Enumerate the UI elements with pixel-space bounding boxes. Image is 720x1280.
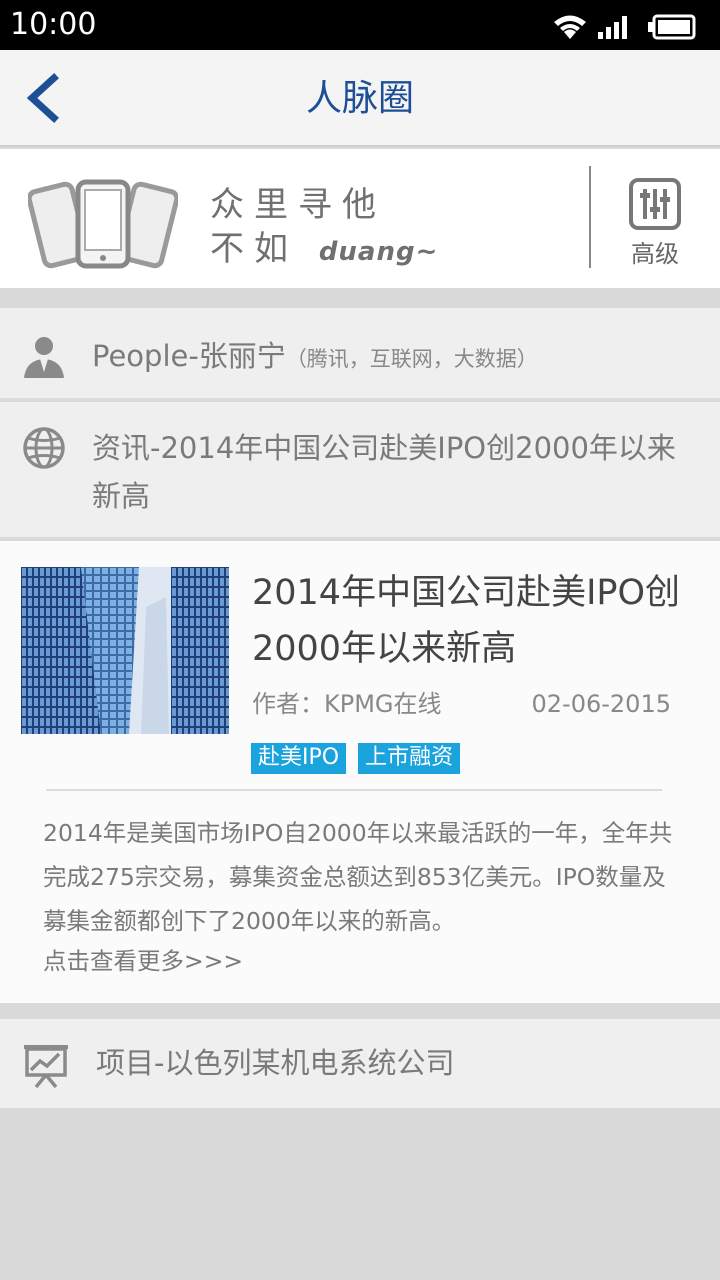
status-icons [550, 12, 710, 40]
person-icon [20, 332, 68, 380]
article-date: 02-06-2015 [531, 690, 671, 718]
project-row[interactable]: 项目-以色列某机电系统公司 [0, 1019, 720, 1108]
battery-icon [648, 14, 696, 40]
page-title: 人脉圈 [305, 78, 414, 119]
presentation-chart-icon [22, 1041, 70, 1089]
tag-financing[interactable]: 上市融资 [358, 743, 461, 774]
search-banner: 众里寻他 不如 duang~ 高级 [0, 149, 720, 288]
sliders-icon [629, 178, 681, 230]
slogan-line-1: 众里寻他 [210, 185, 386, 225]
people-tags: （腾讯，互联网，大数据） [285, 347, 538, 371]
news-row[interactable]: 资讯-2014年中国公司赴美IPO创2000年以来新高 [0, 402, 720, 539]
article-author: 作者：KPMG在线 [252, 690, 442, 718]
advanced-search-button[interactable]: 高级 [620, 177, 690, 269]
slogan: 众里寻他 不如 duang~ [210, 183, 438, 274]
slogan-duang: duang~ [318, 237, 439, 267]
wifi-icon [554, 15, 586, 39]
tag-ipo[interactable]: 赴美IPO [251, 743, 347, 774]
section-gap [0, 1003, 720, 1019]
read-more-link[interactable]: 点击查看更多>>> [43, 943, 243, 979]
article-title[interactable]: 2014年中国公司赴美IPO创2000年以来新高 [252, 565, 692, 677]
signal-icon [598, 16, 627, 39]
globe-icon [20, 424, 68, 472]
people-name: People-张丽宁 [92, 339, 286, 373]
project-row-label: 项目-以色列某机电系统公司 [96, 1046, 455, 1080]
people-row-text: People-张丽宁（腾讯，互联网，大数据） [92, 336, 538, 379]
divider [589, 166, 591, 268]
news-row-label: 资讯-2014年中国公司赴美IPO创2000年以来新高 [92, 431, 676, 513]
status-time: 10:00 [10, 7, 97, 42]
article-thumbnail[interactable] [21, 567, 229, 734]
slogan-line-2-prefix: 不如 [210, 229, 298, 269]
advanced-label: 高级 [631, 240, 679, 268]
article-tags: 赴美IPO 上市融资 [251, 743, 461, 774]
article-card[interactable]: 2014年中国公司赴美IPO创2000年以来新高 作者：KPMG在线 02-06… [0, 541, 720, 1003]
article-summary: 2014年是美国市场IPO自2000年以来最活跃的一年，全年共完成275宗交易，… [43, 819, 673, 935]
slogan-line-2: 不如 duang~ [210, 227, 438, 274]
card-divider [46, 789, 662, 791]
people-row[interactable]: People-张丽宁（腾讯，互联网，大数据） [0, 308, 720, 400]
phones-illustration [26, 179, 180, 269]
section-gap [0, 288, 720, 308]
nav-bar: 人脉圈 [0, 50, 720, 147]
status-bar: 10:00 [0, 0, 720, 50]
